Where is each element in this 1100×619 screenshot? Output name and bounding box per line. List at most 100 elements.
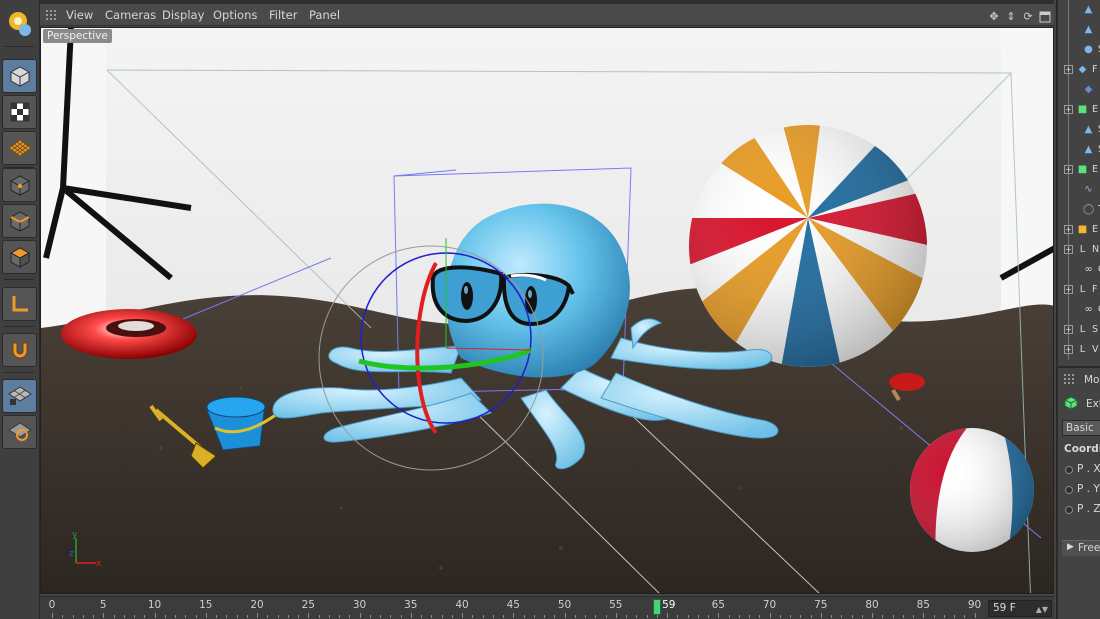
object-row[interactable]: + L F bbox=[1058, 280, 1100, 300]
polygons-mode-icon[interactable] bbox=[2, 240, 37, 274]
timeline-tick-label: 10 bbox=[147, 599, 162, 611]
object-row[interactable]: + L N bbox=[1058, 240, 1100, 260]
object-row[interactable]: ◆ bbox=[1058, 80, 1100, 100]
menu-view[interactable]: View bbox=[66, 8, 93, 22]
rotate-view-icon[interactable]: ⟳ bbox=[1022, 11, 1034, 23]
object-row[interactable]: ∞C bbox=[1058, 300, 1100, 320]
timeline-tick-mark bbox=[574, 615, 576, 618]
menu-filter[interactable]: Filter bbox=[269, 8, 297, 22]
app-logo-icon[interactable] bbox=[2, 6, 37, 40]
timeline[interactable]: 05101520253035404550556065707580859059 5… bbox=[40, 596, 1054, 619]
expand-toggle-icon[interactable]: + bbox=[1064, 245, 1073, 254]
timeline-tick-mark bbox=[902, 615, 904, 618]
object-row[interactable]: ▲ bbox=[1058, 0, 1100, 20]
workplane-mode-icon[interactable] bbox=[2, 131, 37, 165]
move-view-icon[interactable]: ✥ bbox=[988, 11, 1000, 23]
menu-panel[interactable]: Panel bbox=[309, 8, 340, 22]
expand-toggle-icon[interactable]: + bbox=[1064, 105, 1073, 114]
expand-toggle-icon[interactable]: + bbox=[1064, 225, 1073, 234]
menu-display[interactable]: Display bbox=[162, 8, 204, 22]
timeline-tick-mark bbox=[369, 615, 371, 618]
snap-magnet-icon[interactable] bbox=[2, 333, 37, 367]
object-row-label: V bbox=[1092, 344, 1099, 355]
current-frame-field[interactable]: 59 F ▲▼ bbox=[988, 600, 1052, 617]
object-row[interactable]: ∞C bbox=[1058, 260, 1100, 280]
svg-text:y: y bbox=[72, 530, 78, 540]
object-row[interactable]: ▲ bbox=[1058, 20, 1100, 40]
timeline-tick-mark bbox=[882, 615, 884, 618]
texture-mode-icon[interactable] bbox=[2, 95, 37, 129]
playhead-marker[interactable] bbox=[652, 599, 661, 615]
timeline-tick-mark bbox=[933, 615, 935, 618]
timeline-tick-mark bbox=[318, 615, 320, 618]
cone-icon: ▲ bbox=[1084, 144, 1093, 155]
expand-toggle-icon[interactable]: + bbox=[1064, 345, 1073, 354]
expand-toggle-icon[interactable]: + bbox=[1064, 165, 1073, 174]
object-row[interactable]: + L S bbox=[1058, 320, 1100, 340]
menu-cameras[interactable]: Cameras bbox=[105, 8, 156, 22]
axis-mode-icon[interactable] bbox=[2, 287, 37, 321]
points-mode-icon[interactable] bbox=[2, 168, 37, 202]
object-row[interactable]: ▲S bbox=[1058, 140, 1100, 160]
expand-toggle-icon[interactable]: + bbox=[1064, 325, 1073, 334]
timeline-tick-mark bbox=[154, 613, 156, 618]
freeze-transformation-foldout[interactable]: ▶ Free bbox=[1062, 540, 1100, 556]
timeline-tick-mark bbox=[267, 615, 269, 618]
model-mode-icon[interactable] bbox=[2, 59, 37, 93]
cinema4d-window: View Cameras Display Options Filter Pane… bbox=[0, 0, 1100, 619]
timeline-tick-mark bbox=[390, 615, 392, 618]
object-row[interactable]: + L V bbox=[1058, 340, 1100, 360]
svg-text:x: x bbox=[96, 559, 102, 569]
object-row-label: F bbox=[1092, 64, 1098, 75]
edges-mode-icon[interactable] bbox=[2, 204, 37, 238]
timeline-tick-mark bbox=[605, 615, 607, 618]
attributes-manager: Mo Ext Basic Coordi P . X P . Y P . Z ▶ … bbox=[1058, 366, 1100, 619]
timeline-tick-label: 75 bbox=[814, 599, 828, 611]
dolly-view-icon[interactable]: ⇕ bbox=[1005, 11, 1017, 23]
timeline-tick-mark bbox=[246, 615, 248, 618]
workplane-lock-icon[interactable] bbox=[2, 379, 37, 413]
timeline-tick-mark bbox=[861, 615, 863, 618]
timeline-ruler[interactable]: 05101520253035404550556065707580859059 bbox=[48, 597, 988, 619]
timeline-tick-label: 40 bbox=[455, 599, 469, 611]
timeline-tick-mark bbox=[328, 615, 330, 618]
torus-icon: ◯ bbox=[1083, 204, 1095, 215]
timeline-tick-mark bbox=[523, 615, 525, 618]
tab-basic[interactable]: Basic bbox=[1062, 420, 1100, 436]
object-row[interactable]: ∿ bbox=[1058, 180, 1100, 200]
cone-icon: ▲ bbox=[1084, 124, 1093, 135]
timeline-tick-label: 15 bbox=[199, 599, 213, 611]
timeline-tick-mark bbox=[359, 613, 361, 618]
px-key-radio[interactable] bbox=[1065, 466, 1073, 474]
perspective-viewport[interactable]: y z x Perspective bbox=[40, 27, 1054, 594]
object-row[interactable]: ●S bbox=[1058, 40, 1100, 60]
timeline-tick-label: 70 bbox=[762, 599, 777, 611]
timeline-tick-mark bbox=[779, 615, 781, 618]
object-row[interactable]: + ■ E bbox=[1058, 220, 1100, 240]
attributes-header[interactable]: Mo bbox=[1084, 374, 1099, 386]
object-row[interactable]: ▲S bbox=[1058, 120, 1100, 140]
timeline-tick-label: 0 bbox=[48, 599, 56, 611]
object-row[interactable]: + ◆ F bbox=[1058, 60, 1100, 80]
py-key-radio[interactable] bbox=[1065, 486, 1073, 494]
object-row[interactable]: ◯T bbox=[1058, 200, 1100, 220]
expand-toggle-icon[interactable]: + bbox=[1064, 285, 1073, 294]
null-icon: L bbox=[1079, 344, 1086, 355]
extrude-icon: ■ bbox=[1077, 104, 1088, 115]
viewport-menubar: View Cameras Display Options Filter Pane… bbox=[40, 4, 1054, 26]
field-px-label: P . X bbox=[1077, 463, 1100, 475]
cone-icon: ▲ bbox=[1084, 4, 1093, 15]
plane-icon: ◆ bbox=[1078, 64, 1087, 75]
extrude-icon: ■ bbox=[1077, 224, 1088, 235]
object-row[interactable]: + ■ E bbox=[1058, 100, 1100, 120]
object-row-label: N bbox=[1092, 244, 1100, 255]
expand-toggle-icon[interactable]: + bbox=[1064, 65, 1073, 74]
menu-options[interactable]: Options bbox=[213, 8, 257, 22]
object-row[interactable]: + ■ E bbox=[1058, 160, 1100, 180]
maximize-view-icon[interactable] bbox=[1039, 11, 1051, 23]
pz-key-radio[interactable] bbox=[1065, 506, 1073, 514]
locked-workplane-icon[interactable] bbox=[2, 415, 37, 449]
timeline-tick-mark bbox=[667, 613, 668, 618]
timeline-tick-mark bbox=[851, 615, 853, 618]
spinner-icon[interactable]: ▲▼ bbox=[1036, 602, 1048, 617]
